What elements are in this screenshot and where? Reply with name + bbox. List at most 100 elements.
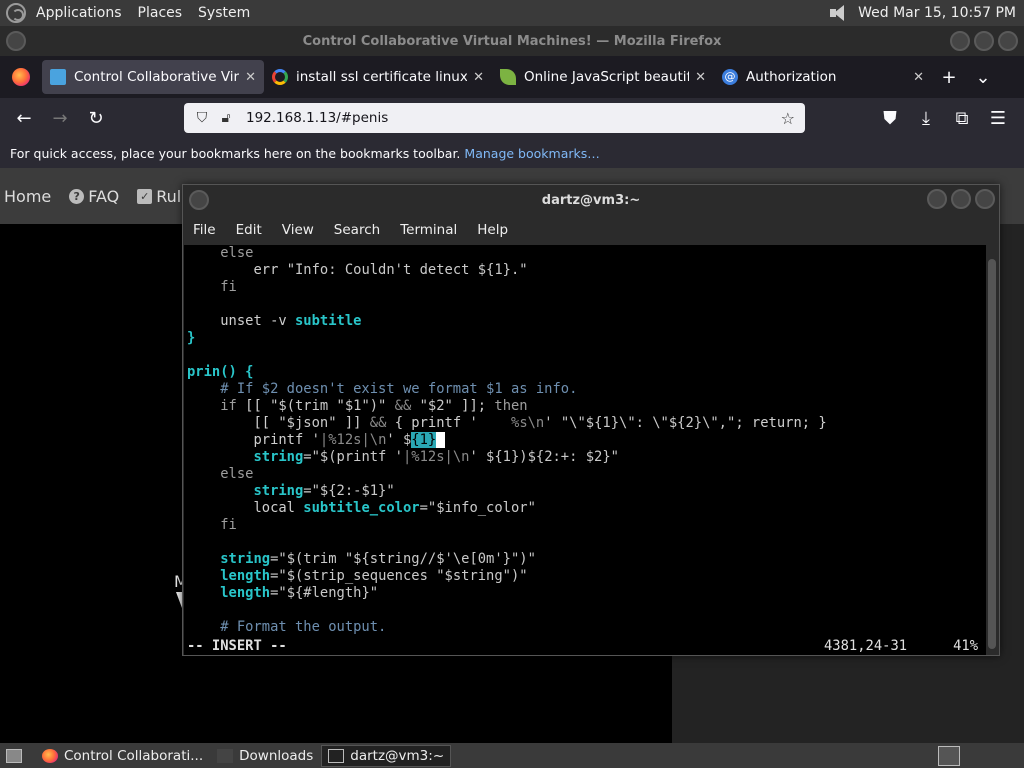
at-icon: @: [722, 69, 738, 85]
taskbar-downloads[interactable]: Downloads: [211, 745, 319, 767]
menu-view[interactable]: View: [272, 222, 324, 238]
terminal-titlebar[interactable]: dartz@vm3:~: [183, 185, 999, 215]
scrollbar-thumb[interactable]: [988, 259, 996, 649]
menu-help[interactable]: Help: [467, 222, 518, 238]
code-line: string="$(trim "${string//$'\e[0m'}")": [187, 551, 536, 567]
monitor-icon: [50, 69, 66, 85]
google-icon: [272, 69, 288, 85]
task-label: dartz@vm3:~: [350, 747, 445, 764]
bookmark-star-icon[interactable]: ☆: [781, 109, 795, 128]
site-nav-faq[interactable]: ? FAQ: [69, 187, 119, 206]
code-line: else: [187, 245, 254, 261]
code-line: printf '|%12s|\n' ${1}: [184, 432, 986, 449]
clock[interactable]: Wed Mar 15, 10:57 PM: [858, 5, 1016, 21]
tab-js-beautifier[interactable]: Online JavaScript beautifier ✕: [492, 60, 714, 94]
site-nav-home[interactable]: Home: [4, 187, 51, 206]
workspace-switcher[interactable]: [938, 745, 960, 766]
bookmarks-hint: For quick access, place your bookmarks h…: [10, 145, 461, 161]
distro-logo-icon[interactable]: [6, 3, 26, 23]
url-text[interactable]: 192.168.1.13/#penis: [246, 110, 388, 126]
firefox-view-icon[interactable]: [12, 68, 30, 86]
tab-label: install ssl certificate linux - G: [296, 69, 468, 85]
clipboard-check-icon: ✓: [137, 188, 153, 204]
url-bar[interactable]: ⛉ 🔓︎ 192.168.1.13/#penis ☆: [184, 103, 805, 133]
tab-authorization[interactable]: @ Authorization ✕: [714, 60, 932, 94]
minimize-button[interactable]: [950, 31, 970, 51]
code-line: else: [187, 466, 254, 482]
tab-control-collaborative[interactable]: Control Collaborative Virtua ✕: [42, 60, 264, 94]
menu-search[interactable]: Search: [324, 222, 390, 238]
code-line: length="$(strip_sequences "$string")": [187, 568, 528, 584]
code-line: # If $2 doesn't exist we format $1 as in…: [187, 381, 578, 397]
menu-terminal[interactable]: Terminal: [390, 222, 467, 238]
scroll-percent: 41%: [953, 638, 978, 654]
code-line: if [[ "$(trim "$1")" && "$2" ]]; then: [187, 398, 528, 414]
terminal-screen[interactable]: else err "Info: Couldn't detect ${1}." f…: [184, 245, 986, 655]
code-line: err "Info: Couldn't detect ${1}.": [187, 262, 528, 278]
terminal-scrollbar[interactable]: [986, 245, 998, 655]
show-desktop-button[interactable]: [0, 745, 34, 767]
new-tab-button[interactable]: +: [932, 60, 966, 94]
close-window-button[interactable]: [998, 31, 1018, 51]
code-line: [[ "$json" ]] && { printf ' %s\n' "\"${1…: [187, 415, 827, 431]
firefox-window-title: Control Collaborative Virtual Machines! …: [302, 33, 722, 49]
task-label: Control Collaborati...: [64, 747, 204, 764]
close-tab-icon[interactable]: ✕: [473, 70, 484, 85]
manage-bookmarks-link[interactable]: Manage bookmarks…: [464, 146, 599, 161]
top-panel: Applications Places System Wed Mar 15, 1…: [0, 0, 1024, 26]
maximize-button[interactable]: [951, 189, 971, 209]
tab-label: Online JavaScript beautifier: [524, 69, 690, 85]
menu-file[interactable]: File: [183, 222, 226, 238]
close-tab-icon[interactable]: ✕: [695, 70, 706, 85]
extensions-icon[interactable]: ⧉: [944, 102, 980, 134]
tab-install-ssl[interactable]: install ssl certificate linux - G ✕: [264, 60, 492, 94]
code-line: fi: [187, 517, 237, 533]
code-line: prin() {: [187, 364, 254, 380]
site-nav-label: FAQ: [88, 186, 120, 206]
downloads-icon[interactable]: ⤓: [908, 102, 944, 134]
applications-menu[interactable]: Applications: [28, 5, 130, 21]
pocket-icon[interactable]: ⛊: [872, 102, 908, 134]
terminal-title: dartz@vm3:~: [541, 192, 641, 208]
leaf-icon: [500, 69, 516, 85]
cursor-position: 4381,24-31: [824, 638, 908, 654]
question-icon: ?: [69, 188, 85, 204]
places-menu[interactable]: Places: [130, 5, 191, 21]
vim-status-line: -- INSERT -- 4381,24-31 41%: [184, 638, 986, 655]
minimize-button[interactable]: [927, 189, 947, 209]
shield-icon[interactable]: ⛉: [192, 110, 212, 126]
bookmarks-toolbar: For quick access, place your bookmarks h…: [0, 138, 1024, 168]
bottom-panel: Control Collaborati... Downloads dartz@v…: [0, 743, 1024, 768]
code-line: }: [187, 330, 196, 346]
code-line: unset -v subtitle: [187, 313, 362, 329]
close-window-button[interactable]: [975, 189, 995, 209]
hamburger-menu-icon[interactable]: ☰: [980, 102, 1016, 134]
code-line: # Format the output.: [187, 619, 387, 635]
volume-icon[interactable]: [830, 5, 848, 21]
menu-edit[interactable]: Edit: [226, 222, 272, 238]
taskbar-firefox[interactable]: Control Collaborati...: [36, 745, 209, 767]
close-tab-icon[interactable]: ✕: [913, 70, 924, 85]
system-menu[interactable]: System: [190, 5, 258, 21]
close-tab-icon[interactable]: ✕: [245, 70, 256, 85]
insecure-lock-icon[interactable]: 🔓︎: [216, 110, 236, 126]
navigation-bar: ← → ↻ ⛉ 🔓︎ 192.168.1.13/#penis ☆ ⛊ ⤓ ⧉ ☰: [0, 98, 1024, 138]
window-menu-button[interactable]: [189, 190, 209, 210]
terminal-window[interactable]: dartz@vm3:~ File Edit View Search Termin…: [182, 184, 1000, 656]
desktop-icon: [6, 748, 22, 763]
terminal-icon: [328, 748, 345, 763]
terminal-menubar: File Edit View Search Terminal Help: [183, 215, 999, 245]
firefox-icon: [42, 748, 58, 763]
forward-button[interactable]: →: [42, 102, 78, 134]
code-line: fi: [187, 279, 237, 295]
code-line: length="${#length}": [187, 585, 379, 601]
maximize-button[interactable]: [974, 31, 994, 51]
back-button[interactable]: ←: [6, 102, 42, 134]
window-menu-button[interactable]: [6, 31, 26, 51]
reload-button[interactable]: ↻: [78, 102, 114, 134]
folder-icon: [217, 748, 234, 763]
taskbar-terminal[interactable]: dartz@vm3:~: [321, 744, 452, 767]
list-tabs-chevron-down-icon[interactable]: ⌄: [966, 60, 1000, 94]
